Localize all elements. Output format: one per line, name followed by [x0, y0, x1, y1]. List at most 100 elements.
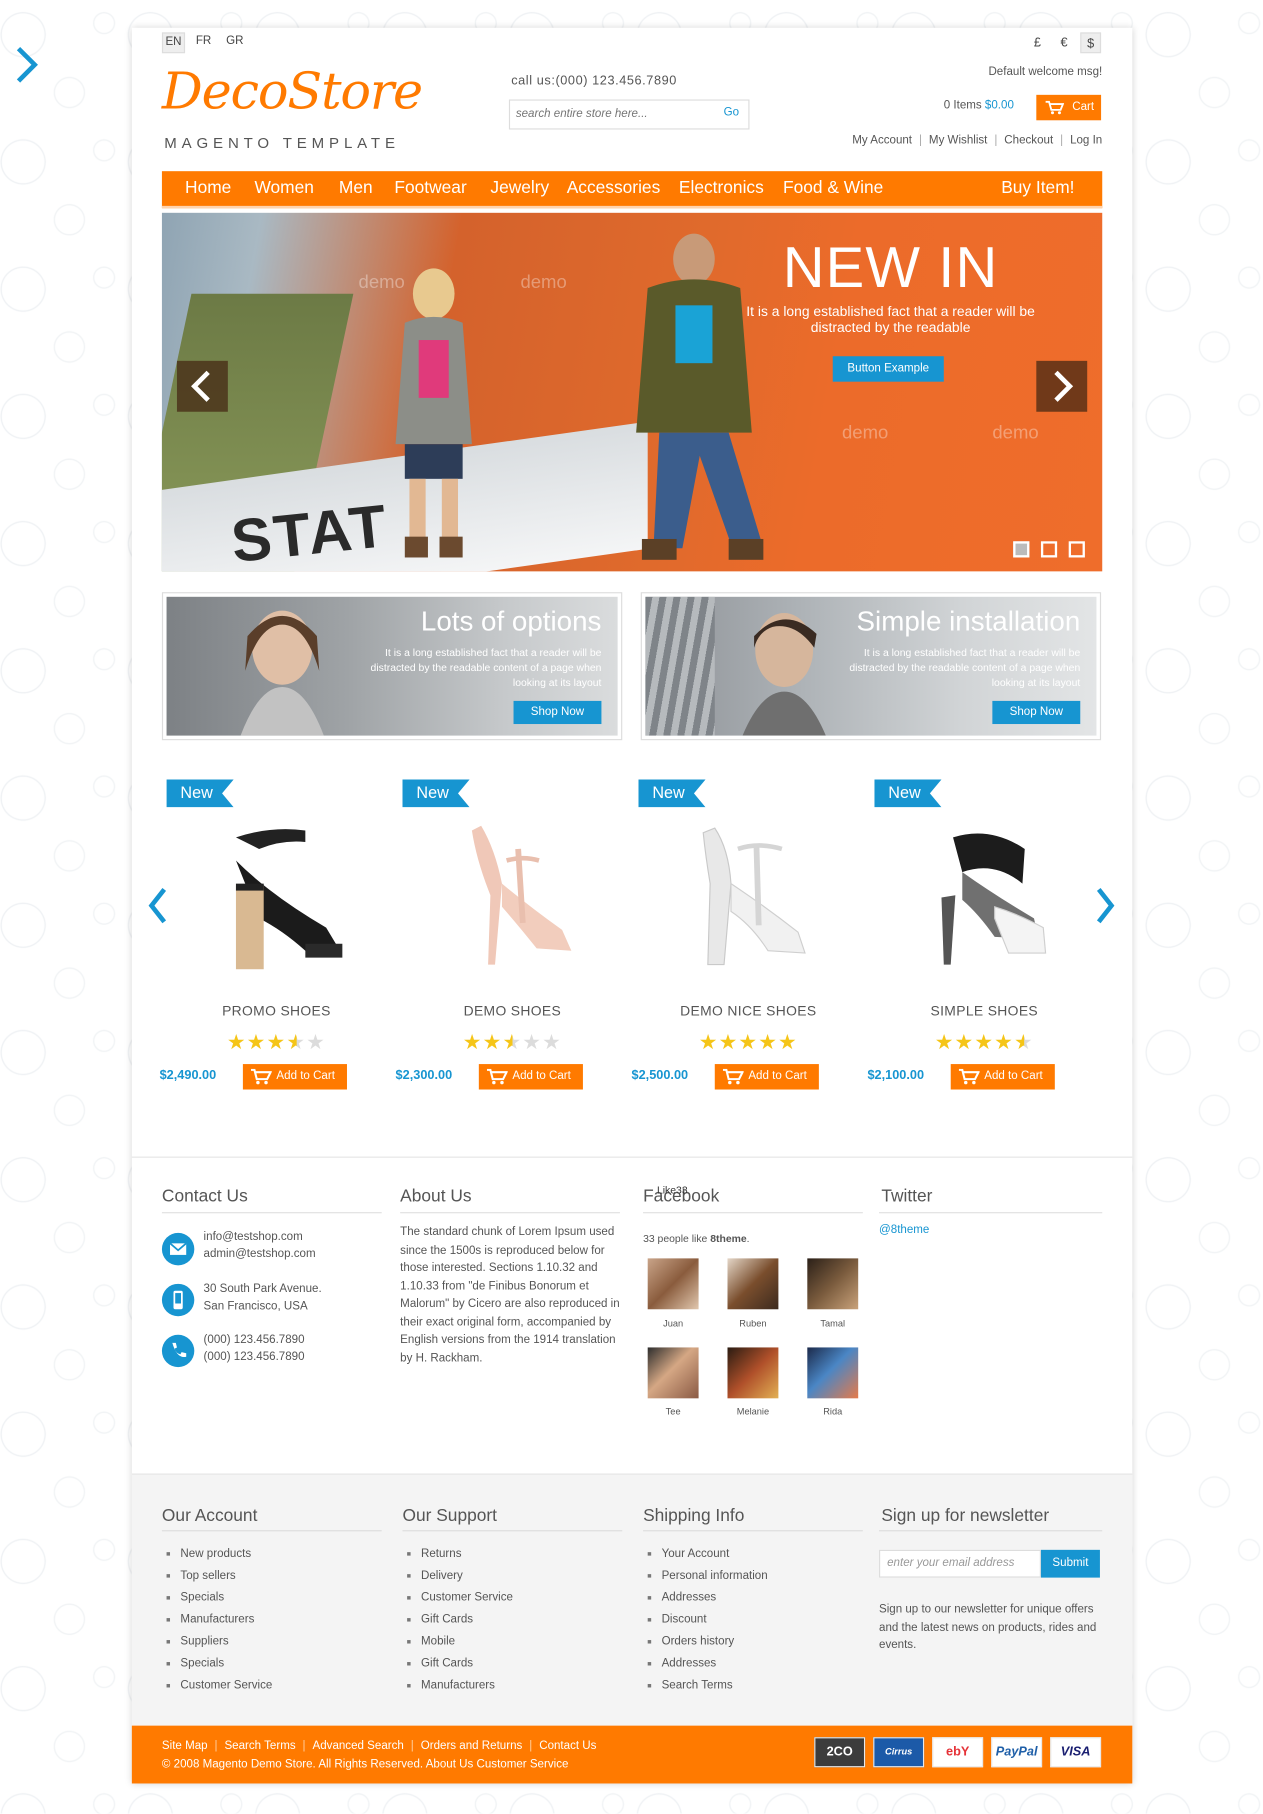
advanced-search-link[interactable]: Advanced Search [313, 1740, 404, 1753]
footer-link[interactable]: New products [162, 1543, 272, 1565]
footer-link[interactable]: Mobile [402, 1631, 512, 1653]
footer-link[interactable]: Gift Cards [402, 1653, 512, 1675]
slide-dot-3[interactable] [1068, 541, 1085, 558]
lang-en[interactable]: EN [161, 32, 186, 54]
facebook-avatar[interactable] [647, 1258, 699, 1310]
facebook-avatar[interactable] [727, 1347, 779, 1399]
carousel-next-icon[interactable] [1092, 886, 1117, 925]
logo[interactable]: DecoStore [162, 62, 423, 121]
welcome-message: Default welcome msg! [988, 65, 1103, 79]
product-card[interactable]: New DEMO NICE SHOES ★★★★★ $2,500.00 Add … [632, 779, 858, 1127]
phone-list: (000) 123.456.7890 (000) 123.456.7890 [204, 1331, 305, 1366]
shipping-info-list: Your Account Personal information Addres… [643, 1543, 768, 1697]
promo-banner-installation[interactable]: Simple installation It is a long establi… [640, 592, 1102, 741]
cart-summary[interactable]: 0 Items $0.00 [944, 99, 1014, 112]
email-link[interactable]: info@testshop.com [204, 1228, 316, 1245]
promo-banner-options[interactable]: Lots of options It is a long established… [161, 592, 623, 741]
heading-underline [161, 1530, 382, 1532]
2co-payment-icon: 2CO [814, 1737, 866, 1768]
facebook-avatar[interactable] [807, 1347, 859, 1399]
add-to-cart-button[interactable]: Add to Cart [242, 1064, 347, 1090]
shop-now-button[interactable]: Shop Now [513, 700, 602, 725]
search-input[interactable] [510, 100, 701, 127]
footer-link[interactable]: Returns [402, 1543, 512, 1565]
add-to-cart-label: Add to Cart [512, 1069, 571, 1083]
nav-accessories[interactable]: Accessories [567, 171, 661, 206]
expand-sidebar-icon[interactable] [14, 44, 39, 86]
add-to-cart-label: Add to Cart [748, 1069, 807, 1083]
add-to-cart-button[interactable]: Add to Cart [478, 1064, 583, 1090]
cart-button[interactable]: Cart [1036, 94, 1102, 121]
lang-gr[interactable]: GR [224, 32, 245, 51]
product-card[interactable]: New PROMO SHOES ★★★★★ $2,490.00 Add to C… [160, 779, 387, 1127]
product-card[interactable]: New DEMO SHOES ★★★★★ $2,300.00 Add to Ca… [396, 779, 622, 1127]
nav-footwear[interactable]: Footwear [394, 171, 466, 206]
slide-dot-1[interactable] [1013, 541, 1030, 558]
site-map-link[interactable]: Site Map [162, 1740, 208, 1753]
product-name[interactable]: SIMPLE SHOES [874, 1003, 1094, 1019]
footer-link[interactable]: Gift Cards [402, 1609, 512, 1631]
search-terms-link[interactable]: Search Terms [224, 1740, 295, 1753]
footer-link[interactable]: Manufacturers [402, 1675, 512, 1697]
footer-link[interactable]: Orders history [643, 1631, 768, 1653]
footer-link[interactable]: Your Account [643, 1543, 768, 1565]
footer-link[interactable]: Search Terms [643, 1675, 768, 1697]
nav-buy-item[interactable]: Buy Item! [1001, 171, 1074, 206]
login-link[interactable]: Log In [1070, 134, 1102, 147]
product-name[interactable]: PROMO SHOES [167, 1003, 387, 1019]
footer-link[interactable]: Top sellers [162, 1565, 272, 1587]
add-to-cart-button[interactable]: Add to Cart [714, 1064, 819, 1090]
nav-food-wine[interactable]: Food & Wine [783, 171, 883, 206]
footer-link[interactable]: Customer Service [162, 1675, 272, 1697]
checkout-link[interactable]: Checkout [1004, 134, 1053, 147]
lang-fr[interactable]: FR [194, 32, 213, 51]
newsletter-email-input[interactable]: enter your email address [879, 1549, 1041, 1578]
orders-returns-link[interactable]: Orders and Returns [421, 1740, 523, 1753]
my-account-link[interactable]: My Account [852, 134, 912, 147]
footer-link[interactable]: Suppliers [162, 1631, 272, 1653]
footer-link[interactable]: Customer Service [402, 1587, 513, 1609]
footer-link[interactable]: Personal information [643, 1565, 768, 1587]
add-to-cart-button[interactable]: Add to Cart [950, 1064, 1055, 1090]
footer-link[interactable]: Addresses [643, 1653, 768, 1675]
product-name[interactable]: DEMO SHOES [402, 1003, 622, 1019]
heading-underline [879, 1212, 1103, 1214]
slider-prev-button[interactable] [176, 360, 228, 412]
contact-us-link[interactable]: Contact Us [539, 1740, 596, 1753]
footer-link[interactable]: Specials [162, 1653, 272, 1675]
nav-home[interactable]: Home [185, 171, 231, 206]
facebook-avatar[interactable] [727, 1258, 779, 1310]
currency-gbp[interactable]: £ [1027, 32, 1048, 53]
nav-electronics[interactable]: Electronics [679, 171, 764, 206]
footer-link[interactable]: Delivery [402, 1565, 512, 1587]
nav-men[interactable]: Men [339, 171, 373, 206]
nav-women[interactable]: Women [254, 171, 313, 206]
phone-number: (000) 123.456.7890 [203, 1333, 305, 1347]
badge-label: New [180, 783, 213, 802]
facebook-avatar[interactable] [647, 1347, 699, 1399]
our-account-heading: Our Account [161, 1505, 258, 1526]
footer-link[interactable]: Discount [643, 1609, 768, 1631]
footer-link[interactable]: Addresses [643, 1587, 768, 1609]
newsletter-submit-button[interactable]: Submit [1040, 1549, 1100, 1578]
nav-jewelry[interactable]: Jewelry [490, 171, 549, 206]
hero-cta-button[interactable]: Button Example [832, 356, 944, 382]
my-wishlist-link[interactable]: My Wishlist [929, 134, 987, 147]
about-us-link[interactable]: About Us [426, 1758, 474, 1771]
email-link[interactable]: admin@testshop.com [204, 1246, 316, 1263]
footer-link[interactable]: Manufacturers [162, 1609, 272, 1631]
email-list: info@testshop.com admin@testshop.com [204, 1228, 316, 1263]
facebook-page-name[interactable]: 8theme [710, 1233, 746, 1245]
shop-now-button[interactable]: Shop Now [992, 700, 1081, 725]
slide-dot-2[interactable] [1040, 541, 1058, 558]
facebook-avatar[interactable] [807, 1258, 859, 1310]
slider-next-button[interactable] [1036, 360, 1088, 412]
currency-eur[interactable]: € [1054, 32, 1075, 53]
customer-service-link[interactable]: Customer Service [477, 1758, 569, 1771]
product-name[interactable]: DEMO NICE SHOES [638, 1003, 858, 1019]
twitter-handle-link[interactable]: @8theme [879, 1224, 929, 1237]
product-card[interactable]: New SIMPLE SHOES ★★★★★ $2,100.00 Add to … [867, 779, 1094, 1127]
currency-usd[interactable]: $ [1080, 32, 1102, 54]
search-go-button[interactable]: Go [724, 106, 739, 119]
footer-link[interactable]: Specials [162, 1587, 272, 1609]
